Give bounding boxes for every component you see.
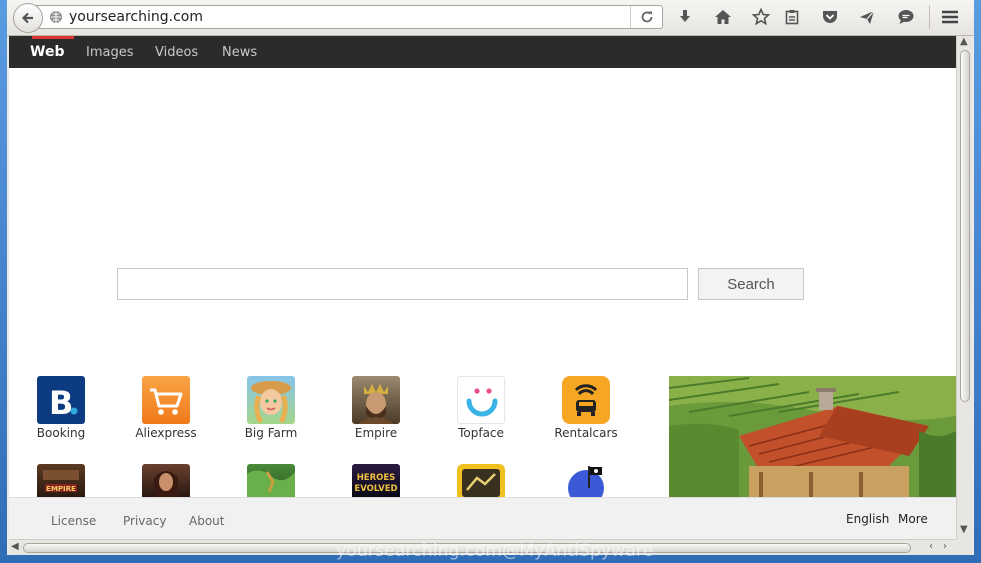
tile-label: Rentalcars [554,426,618,440]
scrollbar-corner [956,539,972,555]
privacy-link[interactable]: Privacy [123,514,166,528]
paper-plane-icon [860,10,875,24]
svg-text:HEROES: HEROES [357,473,396,483]
hamburger-menu-icon [942,10,958,24]
back-button[interactable] [13,3,43,33]
pirate-flag-icon [562,464,610,497]
watermark-text: yoursearching.com@MyAntiSpyware [336,541,654,561]
tile-big-farm[interactable]: Big Farm [231,376,311,440]
page-footer: License Privacy About English More [9,497,956,539]
yellow-game-icon [457,464,505,497]
tile-empire[interactable]: Empire [336,376,416,440]
back-arrow-icon [21,12,33,24]
chat-button[interactable] [895,6,917,28]
king-icon [352,376,400,424]
scroll-up-arrow-icon[interactable]: ▲ [960,36,968,47]
nav-tab-web[interactable]: Web [30,44,64,60]
home-icon [715,10,731,24]
url-text: yoursearching.com [69,9,203,25]
reload-icon [641,11,652,23]
reload-button[interactable] [630,6,662,28]
send-button[interactable] [856,6,878,28]
menu-button[interactable] [939,6,961,28]
tile-jungle-game[interactable] [231,464,311,497]
tile-aliexpress[interactable]: Aliexpress [126,376,206,440]
download-button[interactable] [674,6,696,28]
page-viewport: Web Images Videos News Search B Booking [9,36,956,539]
globe-icon [50,11,62,23]
jungle-game-icon [247,464,295,497]
pocket-button[interactable] [819,6,841,28]
game-banner-ad[interactable] [669,376,956,501]
scroll-left-arrow-icon[interactable]: ◀ [11,541,19,552]
chat-bubble-icon [898,10,914,24]
browser-toolbar: yoursearching.com [7,0,974,36]
tile-topface[interactable]: Topface [441,376,521,440]
more-link[interactable]: More [898,512,928,526]
tile-label: Empire [354,426,398,440]
search-button[interactable]: Search [698,268,804,300]
browser-window: yoursearching.com Web Images Videos News… [0,0,981,563]
heroes-evolved-icon: HEROES EVOLVED [352,464,400,497]
search-input[interactable] [117,268,688,300]
nav-tab-news[interactable]: News [222,45,257,60]
about-link[interactable]: About [189,514,224,528]
nav-tab-videos[interactable]: Videos [155,45,198,60]
browser-frame: yoursearching.com Web Images Videos News… [7,0,974,555]
tile-label: Topface [458,426,504,440]
svg-text:EVOLVED: EVOLVED [354,484,397,494]
warrior-woman-icon [142,464,190,497]
tile-booking[interactable]: B Booking [21,376,101,440]
star-icon [752,8,770,26]
vertical-scroll-thumb[interactable] [960,50,970,402]
reading-list-button[interactable] [781,6,803,28]
tile-pirate-game[interactable] [546,464,626,497]
pocket-icon [823,11,837,23]
shopping-cart-icon [142,376,190,424]
farm-girl-icon [247,376,295,424]
farm-illustration [669,376,956,501]
scroll-left-arrow-icon-2[interactable]: ‹ [929,541,933,552]
car-icon [562,376,610,424]
language-link[interactable]: English [846,512,889,526]
vertical-scrollbar[interactable]: ▲ ▼ [956,36,972,539]
bookmark-star-button[interactable] [750,6,772,28]
search-nav-bar: Web Images Videos News [9,36,956,68]
tile-label: Big Farm [244,426,298,440]
tile-warrior-game[interactable] [126,464,206,497]
topface-icon [457,376,505,424]
tile-label: Aliexpress [135,426,197,440]
toolbar-separator [929,5,930,29]
download-icon [680,10,690,22]
svg-text:EMPIRE: EMPIRE [46,485,76,493]
nav-tab-images[interactable]: Images [86,45,134,60]
url-bar[interactable]: yoursearching.com [35,5,663,29]
tile-empire-game[interactable]: EMPIRE [21,464,101,497]
tile-yellow-game[interactable] [441,464,521,497]
empire-game-icon: EMPIRE [37,464,85,497]
booking-icon: B [37,376,85,424]
home-button[interactable] [712,6,734,28]
svg-text:B: B [49,384,73,422]
scroll-down-arrow-icon[interactable]: ▼ [960,524,968,535]
license-link[interactable]: License [51,514,96,528]
nav-active-indicator [32,36,74,39]
tile-heroes-evolved[interactable]: HEROES EVOLVED [336,464,416,497]
scroll-right-arrow-icon[interactable]: › [943,541,947,552]
tile-rentalcars[interactable]: Rentalcars [546,376,626,440]
clipboard-icon [785,10,799,25]
tile-label: Booking [36,426,86,440]
